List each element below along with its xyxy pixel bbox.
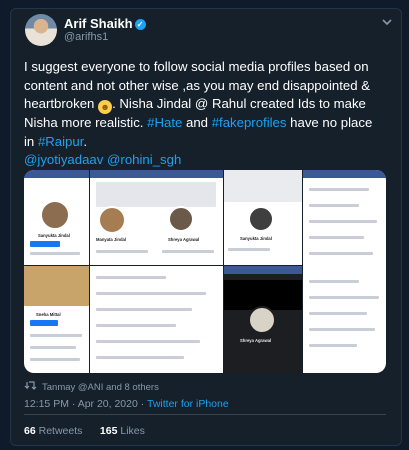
media-screenshot-2[interactable]: Manyata Jindal Shreya Agrawal <box>90 170 223 265</box>
info-line <box>162 250 214 253</box>
cover-photo <box>24 266 89 306</box>
follow-button-graphic <box>30 320 58 326</box>
info-line <box>309 252 373 255</box>
facebook-header-bar <box>224 266 302 274</box>
retweets-label[interactable]: Retweets <box>39 425 83 437</box>
stats-divider <box>24 414 386 415</box>
info-line <box>309 328 375 331</box>
retweets-stat[interactable]: 66 Retweets <box>24 425 82 437</box>
chevron-down-icon[interactable] <box>381 16 395 30</box>
mention-jyotiyadaav-link[interactable]: @jyotiyadaav <box>24 152 103 167</box>
retweet-icon <box>24 381 37 390</box>
profile-name: Sanyukta Jindal <box>38 233 70 238</box>
tweet-stats: 66 Retweets 165 Likes <box>24 425 145 437</box>
media-screenshot-7[interactable]: Shreya Agrawal <box>224 266 302 373</box>
media-grid[interactable]: Sanyukta Jindal Manyata Jindal Shreya Ag… <box>24 170 386 373</box>
tweet-text-and: and <box>186 115 209 131</box>
profile-photo <box>40 200 70 230</box>
facebook-header-bar <box>303 170 386 178</box>
info-line <box>309 344 357 347</box>
profile-name: Shreya Agrawal <box>240 338 272 343</box>
likes-count[interactable]: 165 <box>100 425 118 437</box>
follow-button-graphic <box>30 241 60 247</box>
author-avatar[interactable] <box>25 14 57 46</box>
hashtag-fakeprofiles-link[interactable]: #fakeprofiles <box>212 115 287 130</box>
info-line <box>309 312 367 315</box>
mention-rohini-sgh-link[interactable]: @rohini_sgh <box>107 152 181 167</box>
crazy-face-emoji-icon: ☻ <box>98 100 113 115</box>
info-line <box>30 334 82 337</box>
info-line <box>309 220 377 223</box>
media-screenshot-1[interactable]: Sanyukta Jindal <box>24 170 89 265</box>
retweets-count[interactable]: 66 <box>24 425 36 437</box>
cover-strip <box>224 170 302 202</box>
author-name-text[interactable]: Arif Shaikh <box>64 16 133 31</box>
info-line <box>309 296 379 299</box>
profile-photo <box>248 206 274 232</box>
author-handle[interactable]: @arifhs1 <box>64 31 108 43</box>
info-line <box>96 250 148 253</box>
likes-label[interactable]: Likes <box>120 425 145 437</box>
media-screenshot-5[interactable]: Sneha Mittal <box>24 266 89 373</box>
tweet-timestamp[interactable]: 12:15 PM · Apr 20, 2020 <box>24 398 138 410</box>
profile-name: Sneha Mittal <box>36 312 61 317</box>
tweet-source-link[interactable]: Twitter for iPhone <box>147 398 229 410</box>
likes-stat[interactable]: 165 Likes <box>100 425 145 437</box>
tweet-text: I suggest everyone to follow social medi… <box>24 58 386 170</box>
info-line <box>96 324 176 327</box>
info-line <box>96 276 166 279</box>
hashtag-raipur-link[interactable]: #Raipur <box>38 134 83 149</box>
retweeted-by[interactable]: Tanmay @ANI and 8 others <box>24 381 159 393</box>
cover-strip <box>96 182 216 207</box>
info-line <box>30 358 80 361</box>
info-line <box>96 292 206 295</box>
media-screenshot-3[interactable]: Sanyukta Jindal <box>224 170 302 265</box>
media-screenshot-6[interactable] <box>90 266 223 373</box>
info-line <box>309 280 359 283</box>
profile-name: Manyata Jindal <box>96 237 127 242</box>
facebook-header-bar <box>24 170 89 178</box>
author-name[interactable]: Arif Shaikh ✓ <box>64 16 146 31</box>
retweeted-by-text[interactable]: Tanmay @ANI and 8 others <box>42 382 159 393</box>
info-line <box>309 188 369 191</box>
info-line <box>30 346 76 349</box>
tweet-text-dot: . <box>83 133 88 149</box>
tweet-meta: 12:15 PM · Apr 20, 2020 · Twitter for iP… <box>24 398 229 410</box>
info-line <box>309 204 359 207</box>
info-line <box>96 356 184 359</box>
profile-name: Shreya Agrawal <box>168 237 200 242</box>
profile-name: Sanyukta Jindal <box>240 236 272 241</box>
info-line <box>96 308 192 311</box>
info-line <box>96 340 200 343</box>
profile-photo <box>168 206 194 232</box>
verified-badge-icon: ✓ <box>134 19 146 30</box>
profile-photo <box>98 206 126 234</box>
media-screenshot-4[interactable] <box>303 170 386 373</box>
facebook-header-bar <box>90 170 223 178</box>
profile-photo <box>248 306 276 334</box>
info-line <box>228 248 270 251</box>
hashtag-hate-link[interactable]: #Hate <box>147 115 182 130</box>
info-line <box>30 252 80 255</box>
info-line <box>309 236 364 239</box>
